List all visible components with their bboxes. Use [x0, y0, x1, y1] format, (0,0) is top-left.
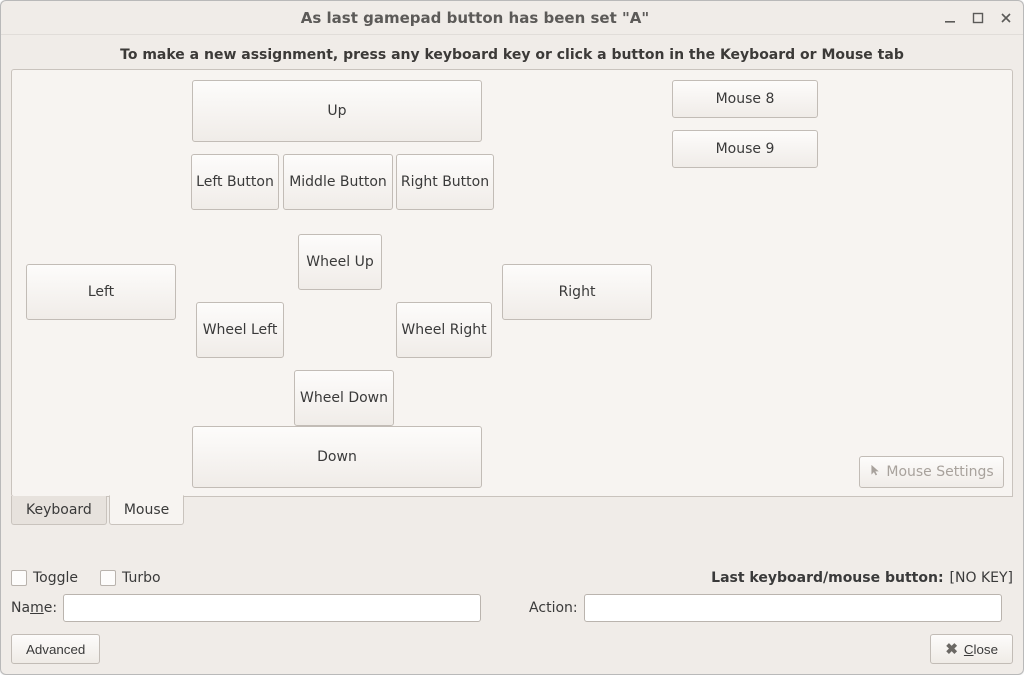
checkbox-box-icon — [100, 570, 116, 586]
tab-strip: Keyboard Mouse — [11, 496, 1013, 525]
close-label: Close — [964, 642, 998, 657]
window-title: As last gamepad button has been set "A" — [9, 9, 941, 27]
mouse-8-button[interactable]: Mouse 8 — [672, 80, 818, 118]
titlebar: As last gamepad button has been set "A" — [1, 1, 1023, 35]
close-button[interactable]: ✖ Close — [930, 634, 1013, 664]
mouse-middle-button[interactable]: Middle Button — [283, 154, 393, 210]
mouse-left-button[interactable]: Left Button — [191, 154, 279, 210]
mouse-move-left-button[interactable]: Left — [26, 264, 176, 320]
mouse-up-button[interactable]: Up — [192, 80, 482, 142]
close-icon[interactable] — [997, 9, 1015, 27]
tab-frame: Up Left Button Middle Button Right Butto… — [11, 69, 1013, 562]
mouse-wheel-down-button[interactable]: Wheel Down — [294, 370, 394, 426]
advanced-button[interactable]: Advanced — [11, 634, 100, 664]
mouse-tab-page: Up Left Button Middle Button Right Butto… — [11, 69, 1013, 497]
dialog-window: As last gamepad button has been set "A" … — [0, 0, 1024, 675]
advanced-label: Advanced — [26, 642, 85, 657]
instruction-text: To make a new assignment, press any keyb… — [11, 43, 1013, 69]
mouse-wheel-right-button[interactable]: Wheel Right — [396, 302, 492, 358]
mouse-down-button[interactable]: Down — [192, 426, 482, 488]
turbo-label: Turbo — [122, 570, 161, 586]
last-button-label: Last keyboard/mouse button: — [711, 570, 943, 586]
mouse-layout: Up Left Button Middle Button Right Butto… — [12, 70, 1012, 496]
mouse-settings-button[interactable]: Mouse Settings — [859, 456, 1004, 488]
action-label: Action: — [529, 600, 578, 616]
tab-keyboard[interactable]: Keyboard — [11, 496, 107, 525]
last-button-row: Last keyboard/mouse button: [NO KEY] — [711, 570, 1013, 586]
mouse-settings-label: Mouse Settings — [886, 464, 993, 480]
mouse-move-right-button[interactable]: Right — [502, 264, 652, 320]
toggle-label: Toggle — [33, 570, 78, 586]
cursor-icon — [869, 464, 886, 481]
mouse-9-button[interactable]: Mouse 9 — [672, 130, 818, 168]
options-area: Toggle Turbo Last keyboard/mouse button:… — [11, 570, 1013, 664]
checkbox-box-icon — [11, 570, 27, 586]
last-button-value: [NO KEY] — [950, 570, 1013, 586]
toggle-checkbox[interactable]: Toggle — [11, 570, 78, 586]
minimize-icon[interactable] — [941, 9, 959, 27]
tab-mouse[interactable]: Mouse — [109, 495, 184, 525]
x-icon: ✖ — [945, 640, 958, 658]
mouse-wheel-left-button[interactable]: Wheel Left — [196, 302, 284, 358]
content-area: To make a new assignment, press any keyb… — [1, 35, 1023, 674]
name-input[interactable] — [63, 594, 481, 622]
mouse-right-button[interactable]: Right Button — [396, 154, 494, 210]
maximize-icon[interactable] — [969, 9, 987, 27]
name-label: Name: — [11, 600, 57, 616]
mouse-wheel-up-button[interactable]: Wheel Up — [298, 234, 382, 290]
turbo-checkbox[interactable]: Turbo — [100, 570, 161, 586]
window-controls — [941, 9, 1015, 27]
action-input[interactable] — [584, 594, 1002, 622]
